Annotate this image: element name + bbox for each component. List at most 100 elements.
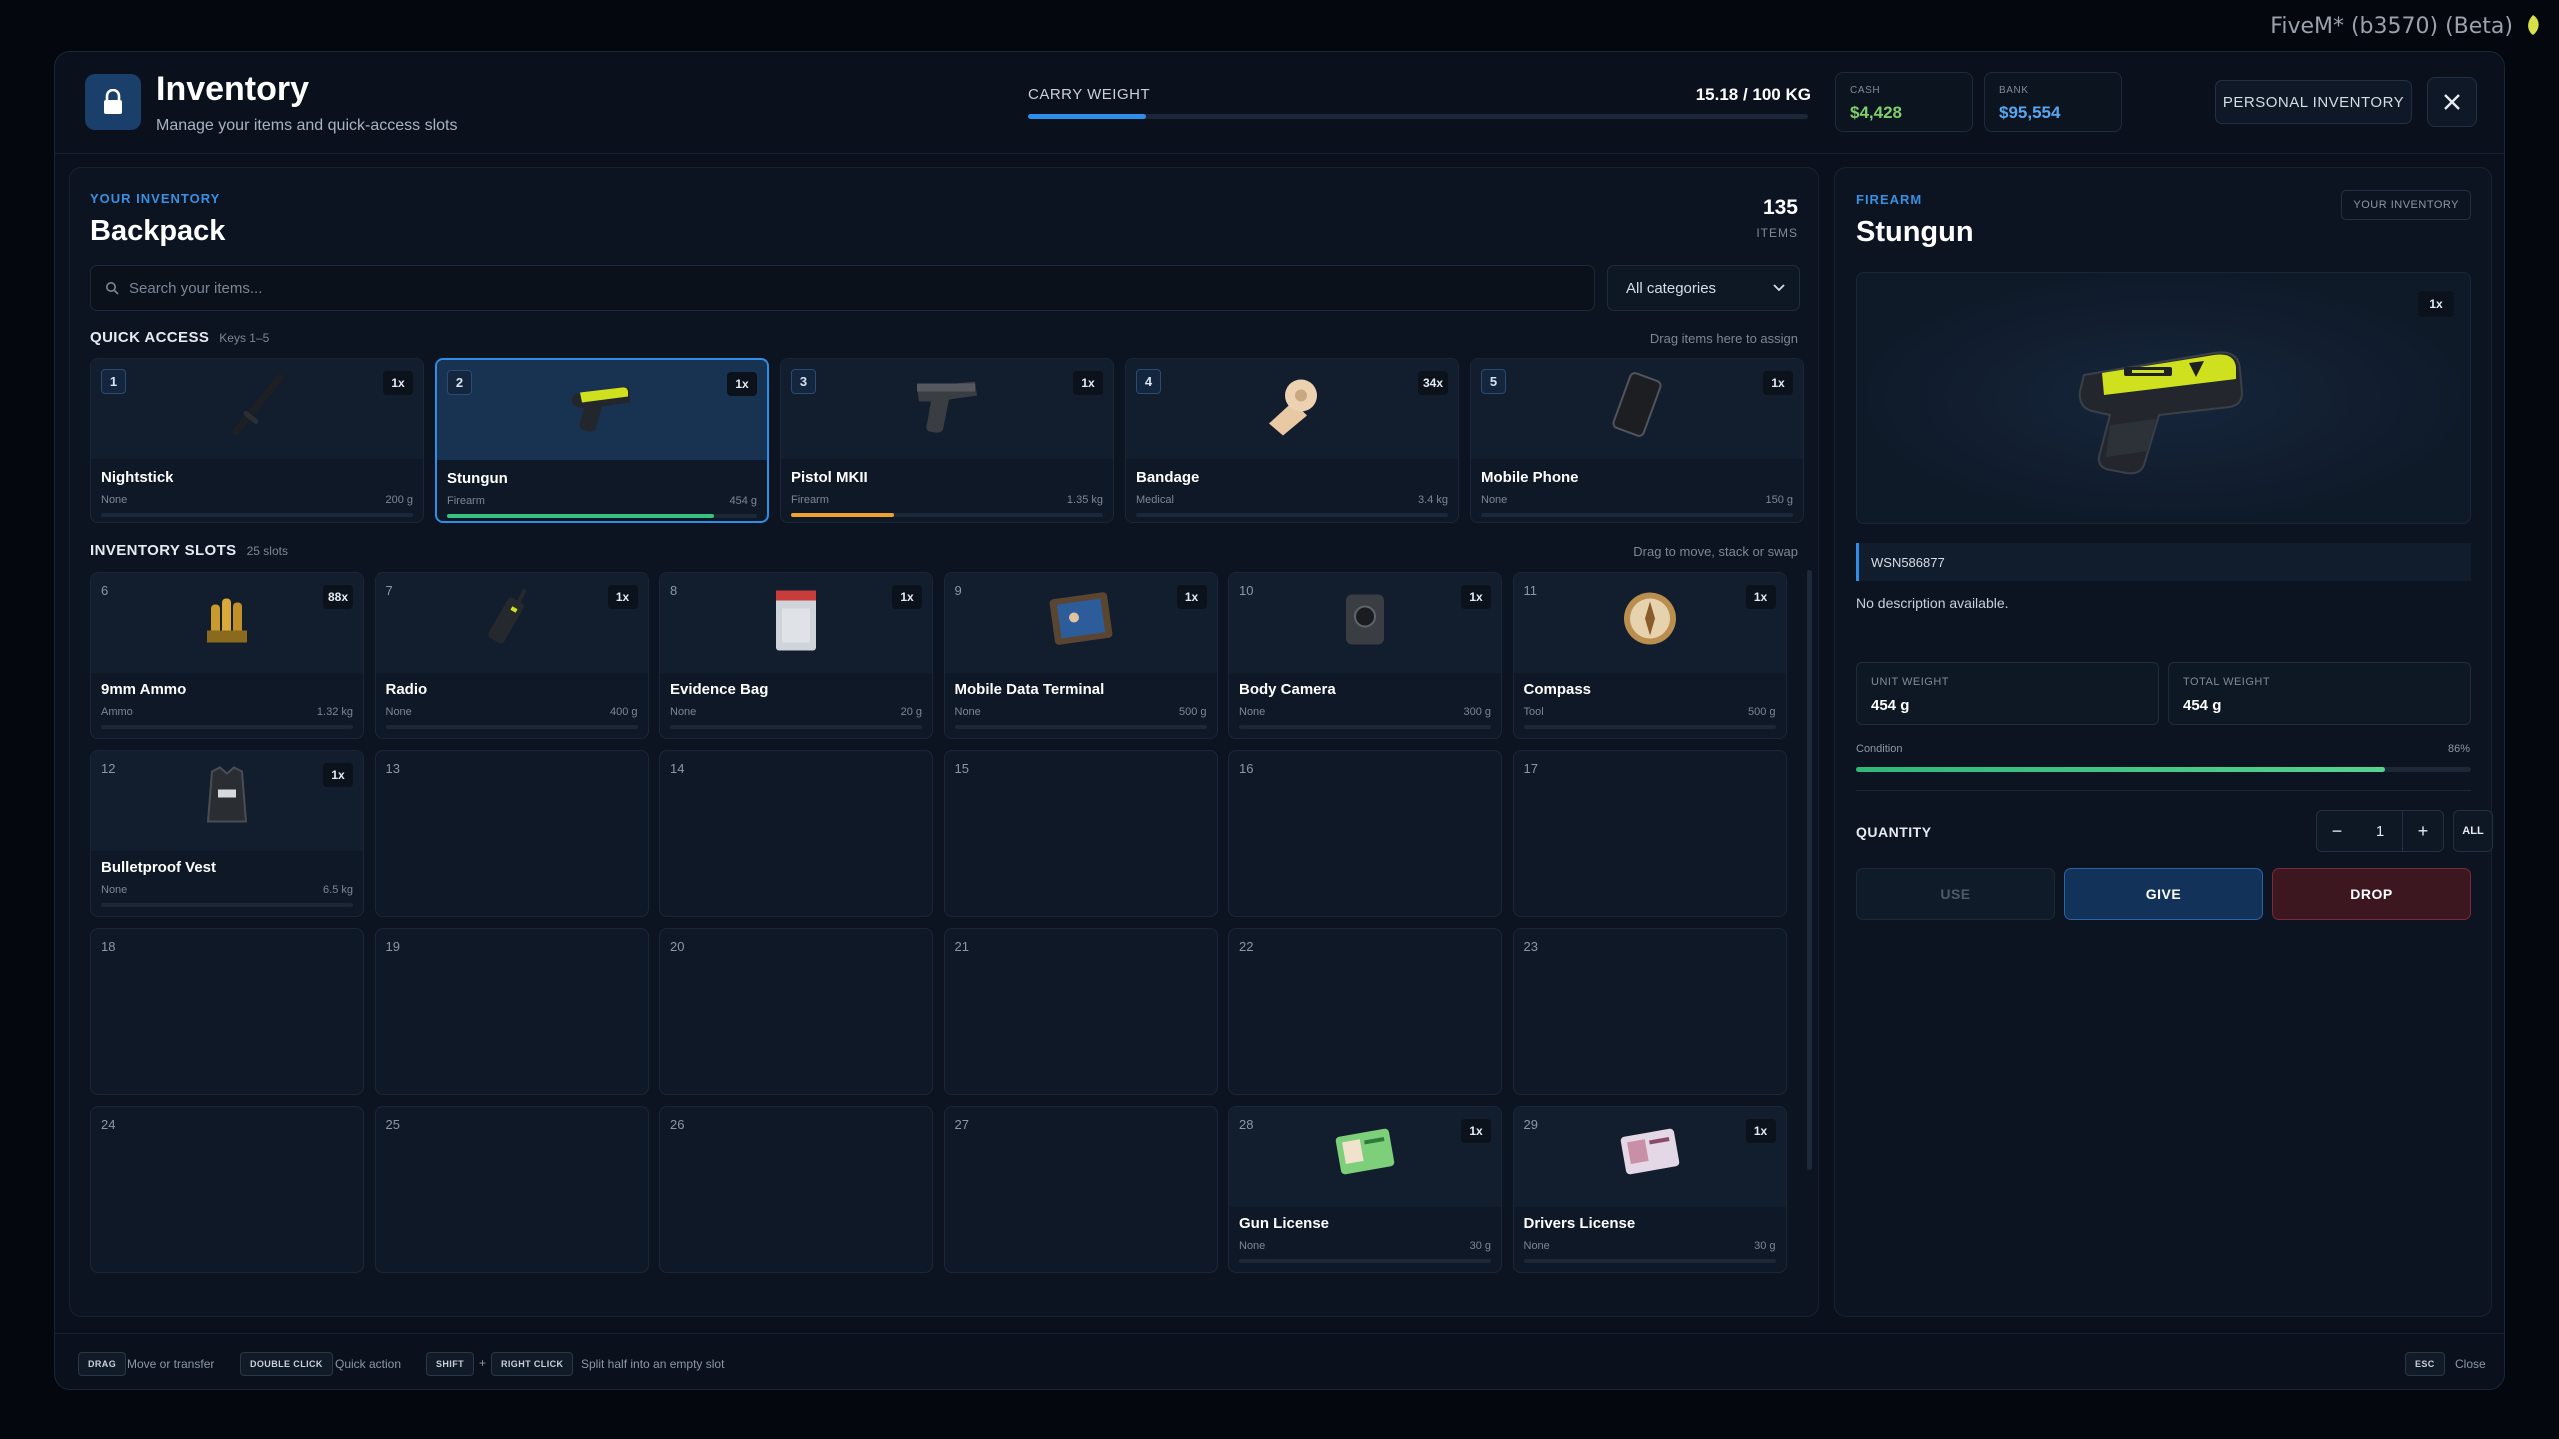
personal-inventory-button[interactable]: PERSONAL INVENTORY [2215,80,2412,124]
inventory-slot-24[interactable]: 24 [90,1106,364,1273]
close-button[interactable] [2427,77,2477,127]
slot-durability-bar [447,514,757,518]
split-hint: Split half into an empty slot [581,1357,725,1371]
close-hint: Close [2455,1357,2486,1371]
slot-number: 25 [385,1117,400,1132]
slot-item-category: None [385,706,412,718]
use-button[interactable]: USE [1856,868,2055,920]
inventory-slot-27[interactable]: 27 [943,1106,1218,1273]
slot-quantity: 1x [727,372,757,396]
quantity-minus-button[interactable]: − [2316,810,2358,852]
inventory-slot-23[interactable]: 23 [1512,928,1787,1095]
bank-box: BANK $95,554 [1984,72,2122,132]
category-select[interactable]: All categories [1607,265,1800,311]
slot-quantity: 1x [1745,585,1776,609]
backpack-panel: YOUR INVENTORY Backpack 135 ITEMS All ca… [69,167,1819,1317]
quick-slot-2[interactable]: 2 1x Stungun Firearm 454 g [435,358,769,523]
detail-title: Stungun [1856,216,1974,248]
inventory-slot-21[interactable]: 21 [943,928,1218,1095]
slot-number: 2 [447,370,472,395]
slot-item-name: Pistol MKII [791,469,868,486]
slot-item-weight: 500 g [1178,706,1207,718]
slot-durability-bar [791,513,1103,517]
inventory-slot-18[interactable]: 18 [90,928,364,1095]
slot-number: 10 [1239,583,1254,598]
quantity-all-button[interactable]: ALL [2453,810,2493,852]
inventory-slot-15[interactable]: 15 [943,750,1218,917]
quick-slot-3[interactable]: 3 1x Pistol MKII Firearm 1.35 kg [780,358,1114,523]
detail-source-button[interactable]: YOUR INVENTORY [2341,190,2471,220]
slot-item-name: Bandage [1136,469,1200,486]
inventory-slot-16[interactable]: 16 [1228,750,1502,917]
slot-item-weight: 1.35 kg [1066,494,1103,506]
page-title: Inventory [156,70,310,108]
inventory-slot-6[interactable]: 6 88x 9mm Ammo Ammo 1.32 kg [90,572,364,739]
slot-number: 3 [791,369,816,394]
total-weight-value: 454 g [2183,697,2222,714]
inventory-slot-12[interactable]: 12 1x Bulletproof Vest None 6.5 kg [90,750,364,917]
double-click-key: DOUBLE CLICK [240,1352,333,1376]
slot-item-weight: 500 g [1747,706,1776,718]
item-count-label: ITEMS [1756,226,1798,240]
slot-durability-bar [1239,1259,1491,1263]
inventory-scrollbar[interactable] [1807,570,1812,1170]
slot-number: 16 [1239,761,1254,776]
slot-item-category: Firearm [447,495,485,507]
slot-item-weight: 30 g [1754,1240,1776,1252]
close-icon [2444,94,2460,110]
slot-number: 6 [101,583,109,598]
slot-number: 13 [385,761,400,776]
header: Inventory Manage your items and quick-ac… [55,52,2504,154]
inventory-slot-7[interactable]: 7 1x Radio None 400 g [374,572,649,739]
inventory-slot-17[interactable]: 17 [1512,750,1787,917]
slot-durability-bar [385,725,638,729]
slot-item-name: Stungun [447,470,508,487]
quick-slot-5[interactable]: 5 1x Mobile Phone None 150 g [1470,358,1804,523]
inventory-slot-26[interactable]: 26 [659,1106,933,1273]
serial-number: WSN586877 [1856,543,2471,581]
slot-number: 15 [954,761,969,776]
search-input[interactable] [129,279,1529,297]
unit-weight-value: 454 g [1871,697,1910,714]
total-weight-label: TOTAL WEIGHT [2183,676,2271,688]
slot-quantity: 1x [323,763,353,787]
unit-weight-box: UNIT WEIGHT 454 g [1856,662,2159,725]
inventory-slot-9[interactable]: 9 1x Mobile Data Terminal None 500 g [943,572,1218,739]
inventory-slot-28[interactable]: 28 1x Gun License None 30 g [1228,1106,1502,1273]
inventory-slots-title-text: INVENTORY SLOTS [90,542,237,559]
quick-slot-4[interactable]: 4 34x Bandage Medical 3.4 kg [1125,358,1459,523]
inventory-slot-25[interactable]: 25 [374,1106,649,1273]
drop-button[interactable]: DROP [2272,868,2471,920]
inventory-slot-14[interactable]: 14 [659,750,933,917]
quick-slot-1[interactable]: 1 1x Nightstick None 200 g [90,358,424,523]
search-icon [106,282,119,295]
inventory-slot-10[interactable]: 10 1x Body Camera None 300 g [1228,572,1502,739]
cash-box: CASH $4,428 [1835,72,1973,132]
quick-access-hint: Drag items here to assign [1649,331,1798,346]
slot-quantity: 1x [1763,371,1793,395]
item-preview: 1x [1856,272,2471,524]
phone-icon [1609,370,1665,445]
slot-item-category: None [101,494,128,506]
slot-item-weight: 200 g [385,494,413,506]
slot-number: 21 [954,939,969,954]
condition-fill [1856,767,2385,772]
slot-item-weight: 3.4 kg [1418,494,1448,506]
slot-number: 27 [954,1117,969,1132]
give-button[interactable]: GIVE [2064,868,2263,920]
slot-number: 11 [1523,583,1538,598]
inventory-slot-8[interactable]: 8 1x Evidence Bag None 20 g [659,572,933,739]
slot-item-name: Body Camera [1239,681,1336,698]
inventory-slot-22[interactable]: 22 [1228,928,1502,1095]
quantity-input[interactable]: 1 [2357,810,2403,852]
inventory-slot-20[interactable]: 20 [659,928,933,1095]
search-box[interactable] [90,265,1595,311]
slot-item-name: Compass [1523,681,1592,698]
inventory-slot-11[interactable]: 11 1x Compass Tool 500 g [1512,572,1787,739]
lock-icon [104,89,122,114]
slot-item-category: None [1239,1240,1266,1252]
inventory-slot-19[interactable]: 19 [374,928,649,1095]
quantity-plus-button[interactable]: + [2402,810,2444,852]
inventory-slot-13[interactable]: 13 [374,750,649,917]
inventory-slot-29[interactable]: 29 1x Drivers License None 30 g [1512,1106,1787,1273]
